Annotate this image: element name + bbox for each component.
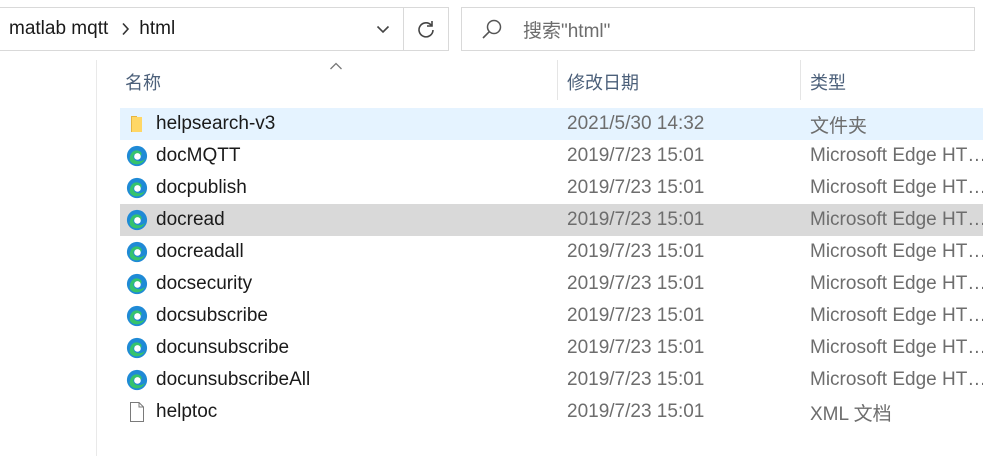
edge-icon — [126, 209, 148, 231]
document-icon — [126, 401, 148, 423]
address-bar[interactable]: matlab mqtt html — [0, 7, 449, 51]
file-modified-date: 2019/7/23 15:01 — [567, 401, 705, 422]
breadcrumb-item[interactable]: matlab mqtt — [9, 18, 108, 40]
navigation-pane-divider[interactable] — [96, 60, 97, 456]
file-name: docMQTT — [156, 145, 241, 166]
file-row[interactable]: docreadall 2019/7/23 15:01 Microsoft Edge … — [120, 236, 983, 268]
file-list: helpsearch-v3 2021/5/30 14:32 文件夹 docMQTT 20… — [120, 108, 983, 428]
file-modified-date: 2019/7/23 15:01 — [567, 177, 705, 198]
file-type: Microsoft Edge HT… — [810, 305, 983, 326]
file-name: docpublish — [156, 177, 247, 198]
edge-icon — [126, 145, 148, 167]
file-name: docunsubscribeAll — [156, 369, 311, 390]
edge-icon — [126, 305, 148, 327]
file-type: Microsoft Edge HT… — [810, 145, 983, 166]
file-row[interactable]: helptoc 2019/7/23 15:01 XML 文档 — [120, 396, 983, 428]
file-row[interactable]: docsubscribe 2019/7/23 15:01 Microsoft Edg… — [120, 300, 983, 332]
sort-ascending-icon — [329, 58, 343, 70]
file-type: Microsoft Edge HT… — [810, 273, 983, 294]
edge-icon — [126, 273, 148, 295]
file-modified-date: 2019/7/23 15:01 — [567, 273, 705, 294]
file-modified-date: 2021/5/30 14:32 — [567, 113, 705, 134]
file-type: 文件夹 — [810, 115, 868, 137]
file-name: docsecurity — [156, 273, 253, 294]
file-modified-date: 2019/7/23 15:01 — [567, 241, 705, 262]
edge-icon — [126, 369, 148, 391]
file-type: Microsoft Edge HT… — [810, 177, 983, 198]
edge-icon — [126, 241, 148, 263]
file-modified-date: 2019/7/23 15:01 — [567, 145, 705, 166]
file-modified-date: 2019/7/23 15:01 — [567, 209, 705, 230]
column-resize-handle[interactable] — [800, 60, 801, 100]
file-row[interactable]: docMQTT 2019/7/23 15:01 Microsoft Edge HT… — [120, 140, 983, 172]
file-name: docunsubscribe — [156, 337, 290, 358]
file-modified-date: 2019/7/23 15:01 — [567, 337, 705, 358]
folder-icon — [126, 113, 148, 135]
file-name: helptoc — [156, 401, 218, 422]
search-input[interactable]: 搜索"html" — [523, 16, 610, 43]
file-type: Microsoft Edge HT… — [810, 209, 983, 230]
column-header-name[interactable]: 名称 — [125, 64, 161, 100]
file-type: Microsoft Edge HT… — [810, 337, 983, 358]
file-row[interactable]: docpublish 2019/7/23 15:01 Microsoft Edge … — [120, 172, 983, 204]
file-type: Microsoft Edge HT… — [810, 369, 983, 390]
edge-icon — [126, 337, 148, 359]
file-modified-date: 2019/7/23 15:01 — [567, 305, 705, 326]
file-row[interactable]: helpsearch-v3 2021/5/30 14:32 文件夹 — [120, 108, 983, 140]
search-box[interactable]: 搜索"html" — [461, 7, 975, 51]
file-type: XML 文档 — [810, 403, 892, 425]
file-name: docreadall — [156, 241, 244, 262]
refresh-icon[interactable] — [404, 8, 448, 50]
file-modified-date: 2019/7/23 15:01 — [567, 369, 705, 390]
column-resize-handle[interactable] — [557, 60, 558, 100]
file-row[interactable]: docread 2019/7/23 15:01 Microsoft Edge HT… — [120, 204, 983, 236]
file-type: Microsoft Edge HT… — [810, 241, 983, 262]
search-icon — [481, 17, 505, 41]
file-name: docsubscribe — [156, 305, 268, 326]
file-row[interactable]: docunsubscribeAll 2019/7/23 15:01 Microsof… — [120, 364, 983, 396]
file-name: helpsearch-v3 — [156, 113, 276, 134]
column-header-type[interactable]: 类型 — [810, 64, 846, 100]
file-row[interactable]: docsecurity 2019/7/23 15:01 Microsoft Edge… — [120, 268, 983, 300]
column-header-date[interactable]: 修改日期 — [567, 64, 639, 100]
breadcrumb-item[interactable]: html — [139, 18, 175, 40]
file-name: docread — [156, 209, 225, 230]
chevron-right-icon[interactable] — [121, 22, 130, 36]
file-row[interactable]: docunsubscribe 2019/7/23 15:01 Microsoft E… — [120, 332, 983, 364]
edge-icon — [126, 177, 148, 199]
chevron-down-icon[interactable] — [363, 8, 403, 50]
